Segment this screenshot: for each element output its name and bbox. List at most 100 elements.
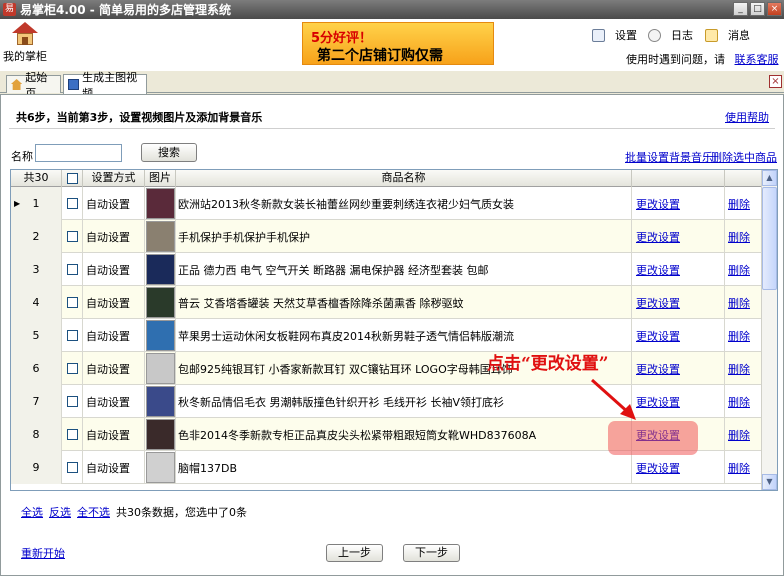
header-delete [725,170,762,187]
restart-link[interactable]: 重新开始 [21,545,65,561]
table-row[interactable]: 3 自动设置 正品 德力西 电气 空气开关 断路器 漏电保护器 经济型套装 包邮… [11,253,762,286]
change-settings-link[interactable]: 更改设置 [632,319,725,352]
delete-link[interactable]: 删除 [725,187,762,220]
table-row[interactable]: ▶ 1 自动设置 欧洲站2013秋冬新款女装长袖蕾丝网纱重要刺绣连衣裙少妇气质女装… [11,187,762,220]
row-checkbox-cell[interactable] [62,187,83,220]
row-checkbox[interactable] [66,330,78,341]
help-link[interactable]: 使用帮助 [725,109,769,125]
header-select-all[interactable] [62,170,83,187]
row-checkbox-cell[interactable] [62,253,83,286]
header-count: 共30 [11,170,62,187]
vertical-scrollbar[interactable]: ▲ ▼ [761,170,777,490]
table-row[interactable]: 4 自动设置 普云 艾香塔香罐装 天然艾草香檀香除降杀菌熏香 除秽驱蚊 更改设置… [11,286,762,319]
name-search-input[interactable] [35,144,122,162]
header-mode: 设置方式 [83,170,145,187]
window-title: 易掌柜4.00 - 简单易用的多店管理系统 [20,3,231,17]
scroll-down-icon[interactable]: ▼ [762,474,777,490]
invert-selection-link[interactable]: 反选 [49,504,71,520]
batch-music-link[interactable]: 批量设置背景音乐 [625,149,713,165]
row-product-name: 脑帽137DB [176,451,632,484]
row-checkbox-cell[interactable] [62,286,83,319]
row-checkbox-cell[interactable] [62,352,83,385]
row-checkbox[interactable] [66,396,78,407]
delete-link[interactable]: 删除 [725,319,762,352]
settings-link[interactable]: 设置 [592,27,637,43]
delete-link[interactable]: 删除 [725,220,762,253]
delete-link[interactable]: 删除 [725,385,762,418]
change-settings-link[interactable]: 更改设置 [632,220,725,253]
row-mode: 自动设置 [83,286,145,319]
select-all-checkbox[interactable] [66,173,78,184]
delete-link[interactable]: 删除 [725,253,762,286]
table-row[interactable]: 9 自动设置 脑帽137DB 更改设置 删除 [11,451,762,484]
change-settings-link[interactable]: 更改设置 [632,187,725,220]
table-row[interactable]: 6 自动设置 包邮925纯银耳钉 小香家新款耳钉 双C镶钻耳环 LOGO字母韩国… [11,352,762,385]
promo-banner[interactable]: 5分好评！ 第二个店铺订购仅需 [302,22,494,65]
change-settings-link[interactable]: 更改设置 [632,253,725,286]
delete-link[interactable]: 删除 [725,451,762,484]
house-icon [12,22,38,46]
delete-link[interactable]: 删除 [725,418,762,451]
previous-step-button[interactable]: 上一步 [326,544,383,562]
delete-link[interactable]: 删除 [725,286,762,319]
main-panel: 共6步，当前第3步，设置视频图片及添加背景音乐 使用帮助 名称 搜索 批量设置背… [0,94,784,576]
log-link[interactable]: 日志 [648,27,693,43]
row-checkbox[interactable] [66,297,78,308]
row-mode: 自动设置 [83,220,145,253]
divider [9,128,775,129]
calendar-icon [592,28,605,42]
change-settings-link[interactable]: 更改设置 [632,451,725,484]
log-icon [648,28,661,42]
select-all-link[interactable]: 全选 [21,504,43,520]
row-checkbox[interactable] [66,363,78,374]
tab-generate-video[interactable]: 生成主图视频 [63,71,147,100]
search-button[interactable]: 搜索 [141,143,197,162]
row-mode: 自动设置 [83,418,145,451]
annotation-text: 点击“更改设置” [487,354,609,374]
home-button[interactable]: 我的掌柜 [3,22,47,64]
row-image-cell [145,187,176,220]
message-icon [705,28,718,42]
maximize-button[interactable]: □ [750,2,765,16]
contact-support-link[interactable]: 联系客服 [735,53,779,66]
row-checkbox-cell[interactable] [62,220,83,253]
product-thumbnail [145,188,175,219]
header-name: 商品名称 [176,170,632,187]
select-none-link[interactable]: 全不选 [77,504,110,520]
change-settings-link[interactable]: 更改设置 [632,352,725,385]
row-checkbox[interactable] [66,264,78,275]
row-checkbox[interactable] [66,231,78,242]
row-index: 6 [11,352,62,385]
row-checkbox-cell[interactable] [62,385,83,418]
delete-link[interactable]: 删除 [725,352,762,385]
delete-selected-link[interactable]: 删除选中商品 [711,149,777,165]
row-index: 9 [11,451,62,484]
messages-link[interactable]: 消息 [705,27,750,43]
tab-start-page[interactable]: 起始页 [6,71,61,100]
row-checkbox-cell[interactable] [62,451,83,484]
next-step-button[interactable]: 下一步 [403,544,460,562]
name-label: 名称 [11,150,33,163]
close-tab-icon[interactable]: × [769,75,782,88]
image-icon [68,79,80,90]
change-settings-link[interactable]: 更改设置 [632,385,725,418]
table-row[interactable]: 7 自动设置 秋冬新品情侣毛衣 男潮韩版撞色针织开衫 毛线开衫 长袖V领打底衫 … [11,385,762,418]
row-checkbox[interactable] [66,198,78,209]
scroll-thumb[interactable] [762,187,777,290]
change-settings-link[interactable]: 更改设置 [632,286,725,319]
current-row-icon: ▶ [14,199,21,208]
row-checkbox[interactable] [66,429,78,440]
minimize-button[interactable]: _ [733,2,748,16]
row-checkbox[interactable] [66,462,78,473]
support-prompt: 使用时遇到问题，请 [626,53,725,66]
row-checkbox-cell[interactable] [62,418,83,451]
table-row[interactable]: 5 自动设置 苹果男士运动休闲女板鞋网布真皮2014秋新男鞋子透气情侣韩版潮流 … [11,319,762,352]
scroll-up-icon[interactable]: ▲ [762,170,777,186]
close-button[interactable]: × [767,2,782,16]
product-thumbnail [145,386,175,417]
banner-headline: 5分好评！ [311,31,373,46]
table-row[interactable]: 2 自动设置 手机保护手机保护手机保护 更改设置 删除 [11,220,762,253]
row-index: 3 [11,253,62,286]
row-checkbox-cell[interactable] [62,319,83,352]
step-indicator: 共6步，当前第3步，设置视频图片及添加背景音乐 [16,111,263,124]
